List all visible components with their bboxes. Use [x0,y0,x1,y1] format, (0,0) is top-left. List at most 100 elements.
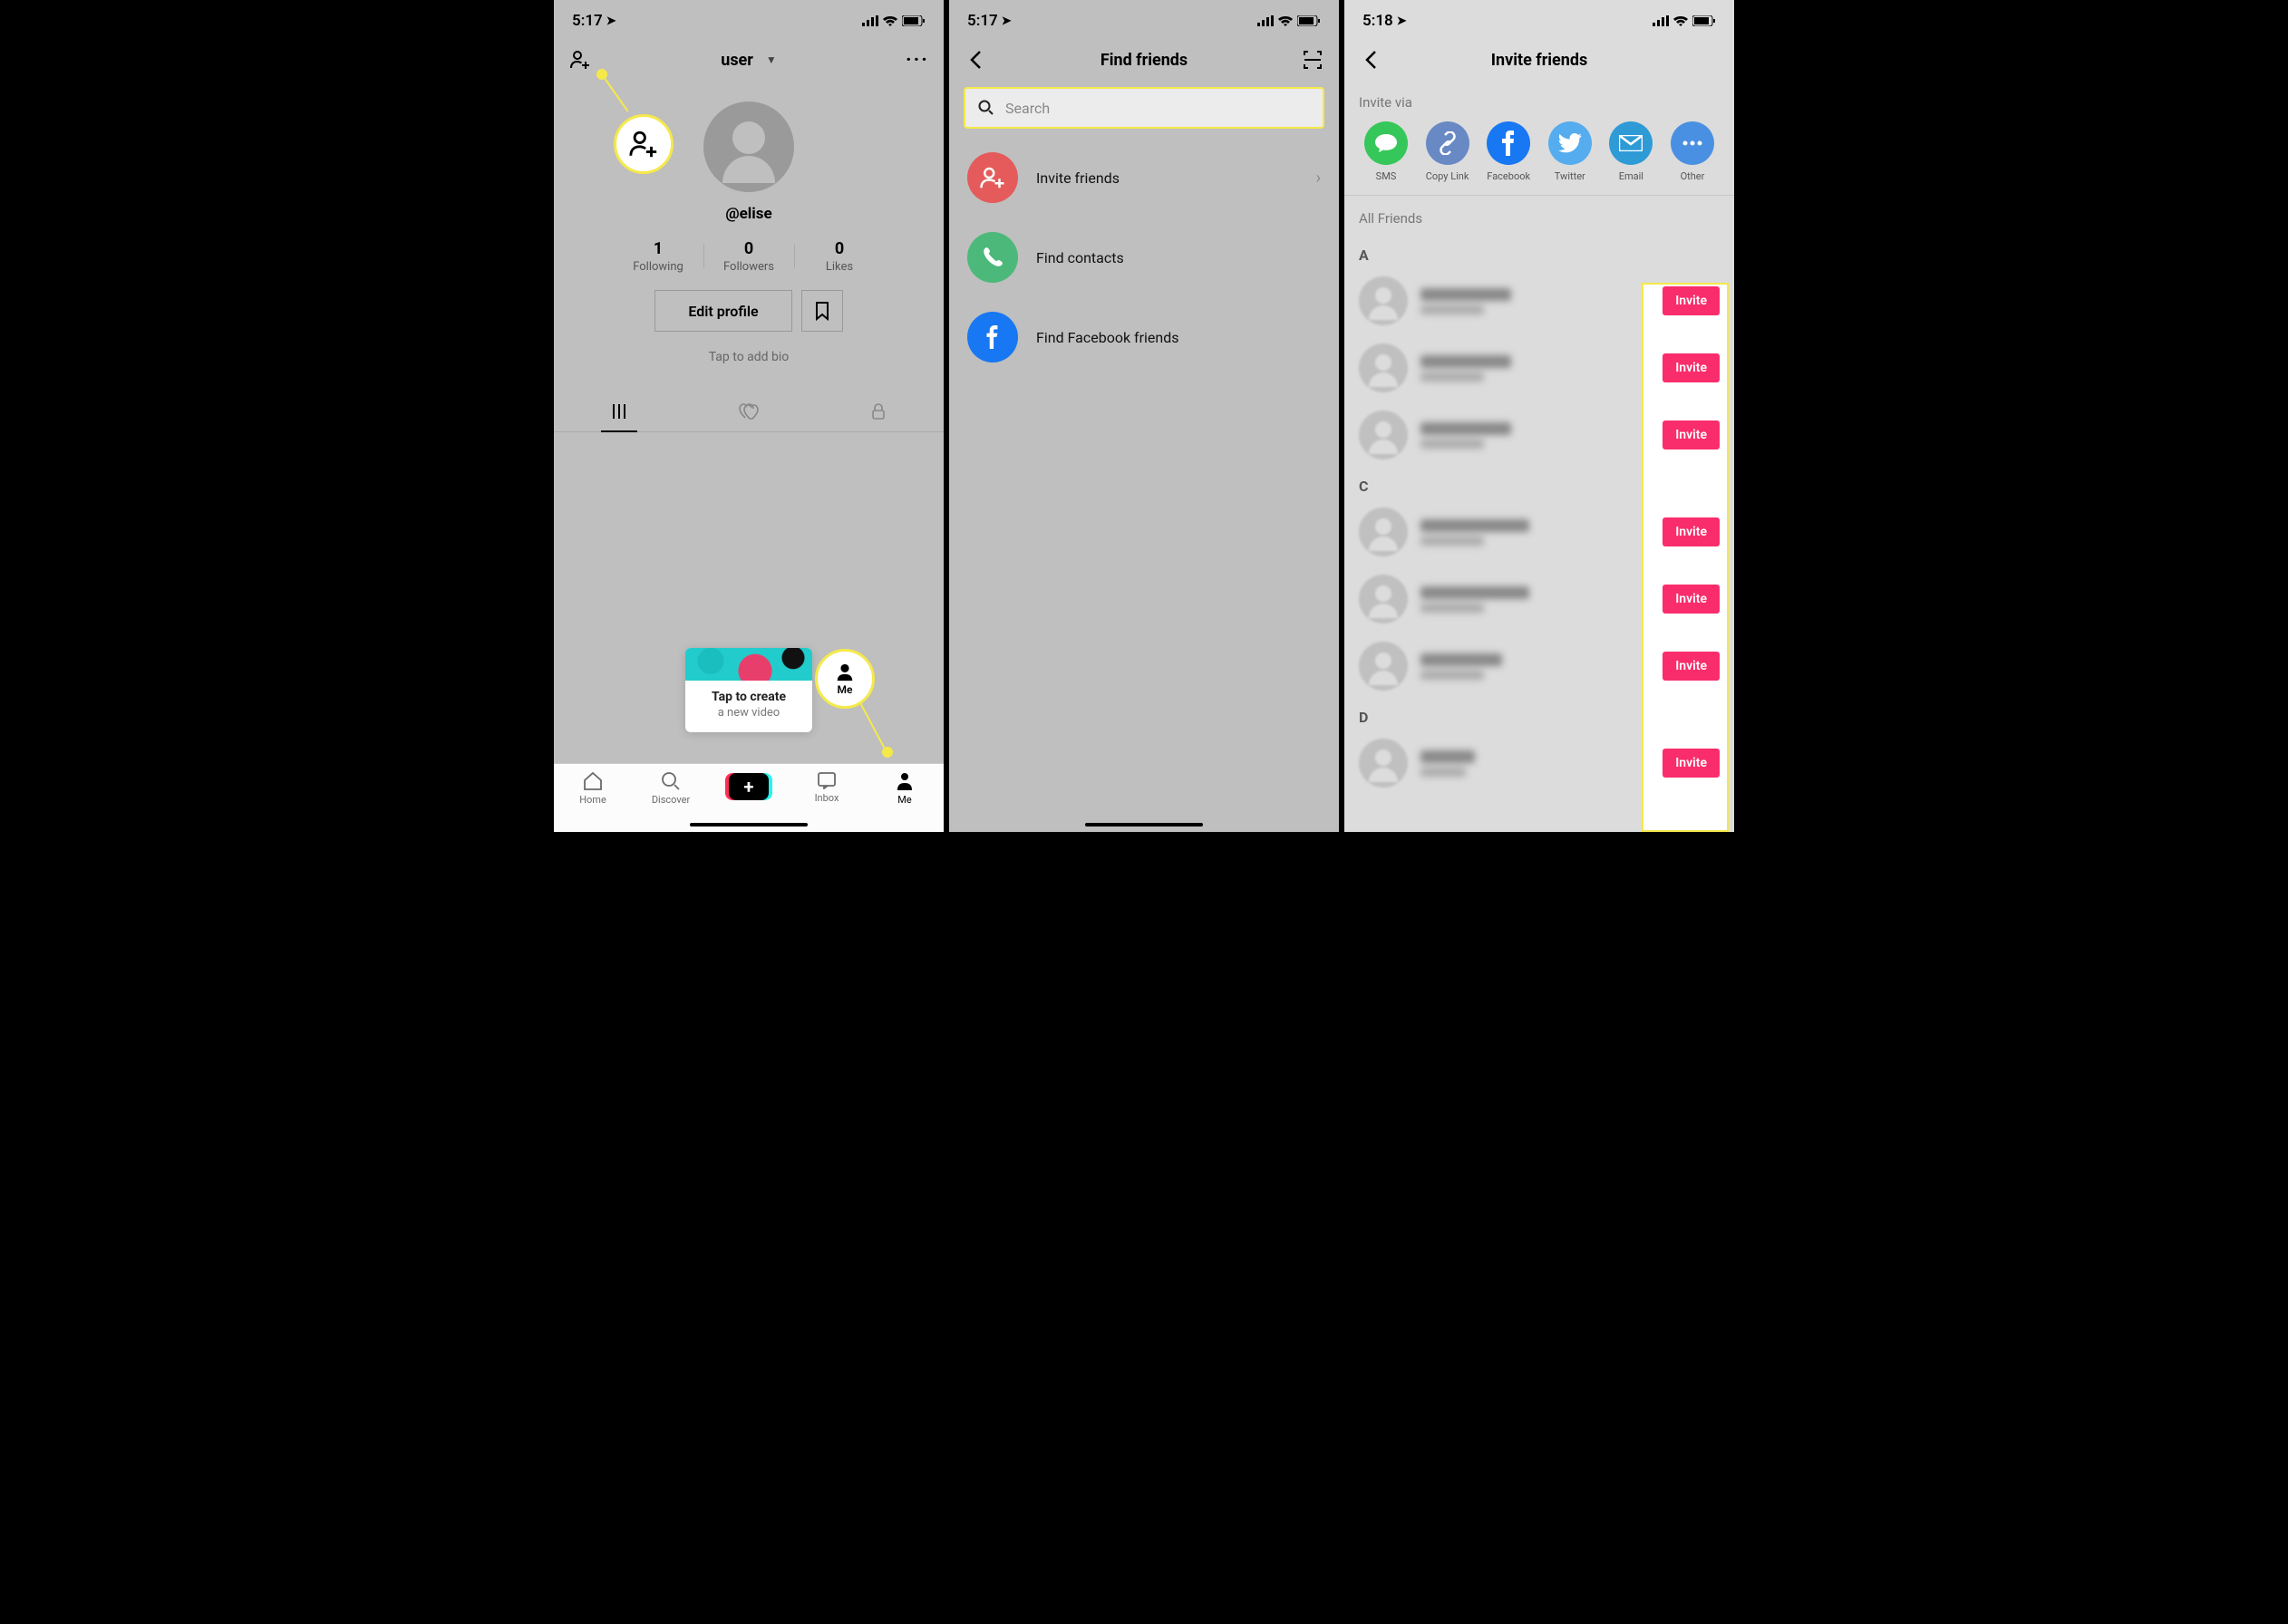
invite-button[interactable]: Invite [1663,652,1720,681]
plus-icon: + [729,773,769,800]
bio-hint[interactable]: Tap to add bio [554,350,944,364]
share-email[interactable]: Email [1604,121,1658,182]
callout-dot [882,747,893,758]
tab-me[interactable]: Me [866,771,944,806]
following-stat[interactable]: 1 Following [613,239,703,274]
tab-grid[interactable] [554,392,683,431]
invite-button[interactable]: Invite [1663,517,1720,546]
invite-friends-icon [967,152,1018,203]
avatar [1359,343,1408,392]
invite-navbar: Invite friends [1344,42,1734,78]
avatar [1359,575,1408,624]
home-indicator [690,823,808,826]
bottom-tabbar: Home Discover + Inbox Me [554,763,944,832]
facebook-icon [967,312,1018,362]
username: @elise [554,205,944,223]
invite-button[interactable]: Invite [1663,749,1720,778]
avatar [1359,739,1408,788]
home-indicator [1085,823,1203,826]
contact-row: Invite [1344,566,1734,633]
share-sms[interactable]: SMS [1359,121,1413,182]
tab-discover[interactable]: Discover [632,771,710,806]
facebook-icon [1487,121,1530,165]
share-other[interactable]: Other [1665,121,1720,182]
location-icon: ➤ [606,14,616,28]
invite-friends-screen: 5:18 ➤ Invite friends Invite via SMS Cop… [1344,0,1734,832]
find-friends-navbar: Find friends [949,42,1339,78]
twitter-icon [1548,121,1592,165]
chevron-down-icon: ▼ [766,53,777,66]
location-icon: ➤ [1397,14,1407,28]
status-indicators [1257,15,1321,26]
phone-icon [967,232,1018,283]
create-video-tooltip[interactable]: Tap to create a new video [685,648,812,732]
tab-home[interactable]: Home [554,771,632,806]
status-time: 5:17 [967,12,998,30]
contact-row: Invite [1344,498,1734,566]
contacts-list: A Invite Invite Invite C Invite Invite [1344,237,1734,797]
status-time: 5:17 [572,12,603,30]
status-bar: 5:17 ➤ [554,0,944,42]
contact-row: Invite [1344,401,1734,469]
contact-row: Invite [1344,267,1734,334]
invite-button[interactable]: Invite [1663,286,1720,315]
invite-button[interactable]: Invite [1663,420,1720,450]
decorative-swirl [685,648,812,681]
search-icon [978,100,994,116]
all-friends-label: All Friends [1344,199,1734,237]
followers-stat[interactable]: 0 Followers [703,239,794,274]
edit-profile-button[interactable]: Edit profile [654,290,791,332]
tab-private[interactable] [814,392,944,431]
status-indicators [1653,15,1716,26]
callout-add-friends [614,114,674,174]
contact-row: Invite [1344,334,1734,401]
share-facebook[interactable]: Facebook [1481,121,1536,182]
search-input[interactable] [1005,100,1310,117]
share-copylink[interactable]: Copy Link [1420,121,1475,182]
find-facebook-row[interactable]: Find Facebook friends [949,297,1339,377]
tab-inbox[interactable]: Inbox [788,771,866,804]
back-button[interactable] [1359,48,1382,72]
profile-title[interactable]: user ▼ [721,51,777,70]
invite-friends-row[interactable]: Invite friends › [949,138,1339,218]
share-twitter[interactable]: Twitter [1543,121,1597,182]
tab-liked[interactable] [683,392,813,431]
more-options-icon[interactable]: ··· [906,48,929,72]
status-time: 5:18 [1362,12,1393,30]
find-friends-screen: 5:17 ➤ Find friends Invite friends › [949,0,1339,832]
profile-tabs [554,392,944,432]
page-title: Find friends [1100,51,1188,70]
page-title: Invite friends [1491,51,1588,70]
back-button[interactable] [964,48,987,72]
invite-via-label: Invite via [1344,78,1734,121]
likes-stat[interactable]: 0 Likes [794,239,885,274]
profile-navbar: user ▼ ··· [554,42,944,78]
location-icon: ➤ [1002,14,1012,28]
status-bar: 5:17 ➤ [949,0,1339,42]
tab-create[interactable]: + [710,771,788,800]
chevron-right-icon: › [1316,169,1321,188]
status-bar: 5:18 ➤ [1344,0,1734,42]
search-input-container[interactable] [964,87,1324,129]
callout-me-tab: Me [815,649,875,709]
link-icon [1426,121,1469,165]
invite-button[interactable]: Invite [1663,585,1720,614]
bookmarks-button[interactable] [801,290,843,332]
section-header: C [1344,469,1734,498]
avatar [1359,276,1408,325]
find-contacts-row[interactable]: Find contacts [949,218,1339,297]
invite-button[interactable]: Invite [1663,353,1720,382]
stats-row: 1 Following 0 Followers 0 Likes [554,239,944,274]
avatar[interactable] [703,102,794,192]
section-header: A [1344,237,1734,267]
avatar [1359,642,1408,691]
contact-row: Invite [1344,633,1734,700]
profile-info: @elise 1 Following 0 Followers 0 Likes E… [554,78,944,364]
email-icon [1609,121,1653,165]
share-options-row: SMS Copy Link Facebook Twitter Email [1344,121,1734,196]
add-friends-icon[interactable] [568,48,592,72]
avatar [1359,411,1408,459]
section-header: D [1344,700,1734,730]
profile-screen: 5:17 ➤ user ▼ ··· @elise 1 Following 0 [554,0,944,832]
scan-qr-icon[interactable] [1301,48,1324,72]
